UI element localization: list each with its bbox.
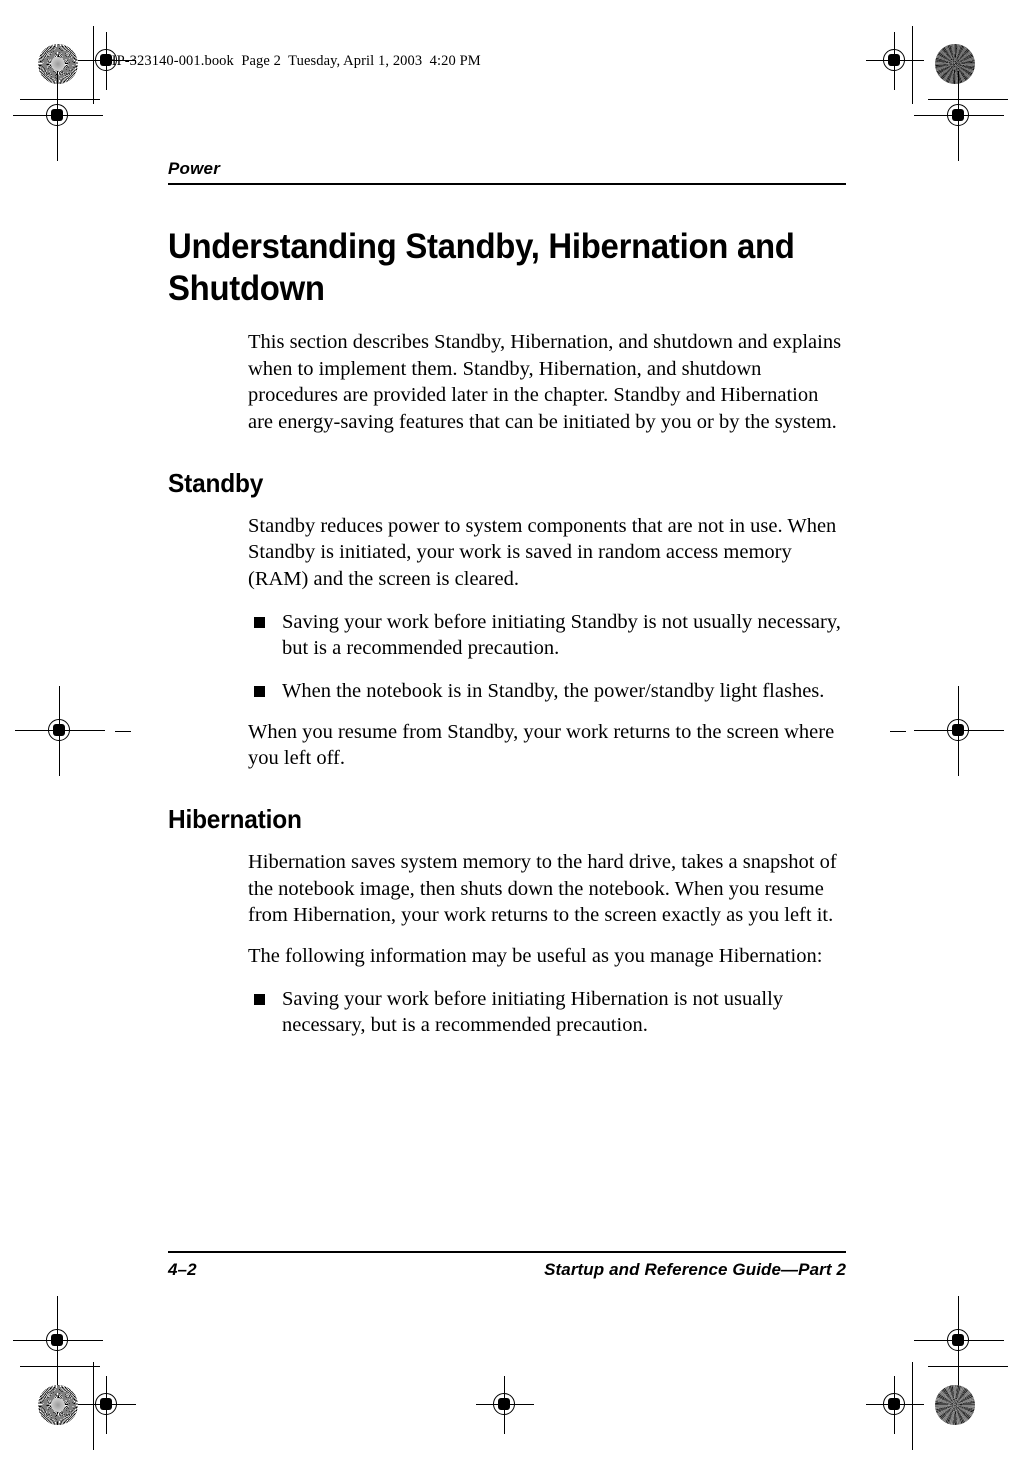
crop-line-top-left-h (20, 99, 100, 100)
registration-target-mid-right (914, 686, 1004, 776)
standby-paragraph-2: When you resume from Standby, your work … (248, 720, 835, 770)
crop-line-top-left-v (93, 26, 94, 104)
rosette-mark-top-left (38, 44, 78, 84)
list-item-text: Saving your work before initiating Hiber… (282, 987, 784, 1037)
registration-target-bottom-left-inner (78, 1376, 136, 1434)
standby-paragraph-1: Standby reduces power to system componen… (248, 514, 837, 591)
square-bullet-icon (254, 686, 265, 698)
crop-line-top-right-v (912, 26, 913, 104)
hibernation-paragraph-2: The following information may be useful … (248, 945, 823, 968)
registration-target-mid-left (15, 686, 105, 776)
document-page: HP-323140-001.book Page 2 Tuesday, April… (0, 0, 1013, 1462)
list-item: Saving your work before initiating Hiber… (248, 986, 846, 1039)
rosette-mark-top-right (935, 44, 975, 84)
page-footer: 4–2 Startup and Reference Guide—Part 2 (168, 1251, 846, 1280)
registration-target-top-right-inner (866, 32, 924, 90)
footer-rule (168, 1251, 846, 1253)
file-stamp: HP-323140-001.book Page 2 Tuesday, April… (106, 53, 481, 69)
crop-line-mid-right-h (890, 731, 906, 732)
registration-target-top-left-outer (13, 71, 103, 161)
header-rule (168, 182, 846, 185)
crop-line-top-right-h (928, 99, 1008, 100)
list-item: When the notebook is in Standby, the pow… (248, 678, 846, 705)
crop-line-bottom-left-v (93, 1362, 94, 1450)
crop-line-bottom-right-h (928, 1366, 1008, 1367)
page-content: Power Understanding Standby, Hibernation… (168, 159, 846, 1039)
crop-line-bottom-left-h (20, 1366, 100, 1367)
section-heading-standby: Standby (168, 467, 264, 498)
crop-line-mid-left-h (115, 731, 131, 732)
running-head: Power (168, 159, 221, 178)
footer-page-number: 4–2 (168, 1260, 197, 1279)
list-item: Saving your work before initiating Stand… (248, 609, 846, 662)
footer-guide-title: Startup and Reference Guide—Part 2 (544, 1260, 846, 1279)
list-item-text: Saving your work before initiating Stand… (282, 610, 841, 660)
section-heading-hibernation: Hibernation (168, 803, 302, 834)
registration-target-bottom-left-outer (13, 1296, 103, 1386)
square-bullet-icon (254, 616, 265, 628)
list-item-text: When the notebook is in Standby, the pow… (282, 680, 825, 703)
rosette-mark-bottom-right (935, 1385, 975, 1425)
standby-bullet-list: Saving your work before initiating Stand… (248, 609, 846, 705)
crop-line-bottom-right-v (912, 1362, 913, 1450)
registration-target-bottom-right-outer (914, 1296, 1004, 1386)
registration-target-bottom-right-inner (866, 1376, 924, 1434)
registration-target-bottom-center (476, 1376, 534, 1434)
registration-target-top-right-outer (914, 71, 1004, 161)
hibernation-bullet-list: Saving your work before initiating Hiber… (248, 986, 846, 1039)
page-title: Understanding Standby, Hibernation and S… (168, 226, 795, 309)
section-body-hibernation: Hibernation saves system memory to the h… (248, 849, 846, 1039)
square-bullet-icon (254, 993, 265, 1005)
intro-block: This section describes Standby, Hibernat… (248, 329, 846, 436)
hibernation-paragraph-1: Hibernation saves system memory to the h… (248, 851, 837, 927)
section-body-standby: Standby reduces power to system componen… (248, 513, 846, 772)
rosette-mark-bottom-left (38, 1385, 78, 1425)
intro-paragraph: This section describes Standby, Hibernat… (248, 331, 842, 433)
